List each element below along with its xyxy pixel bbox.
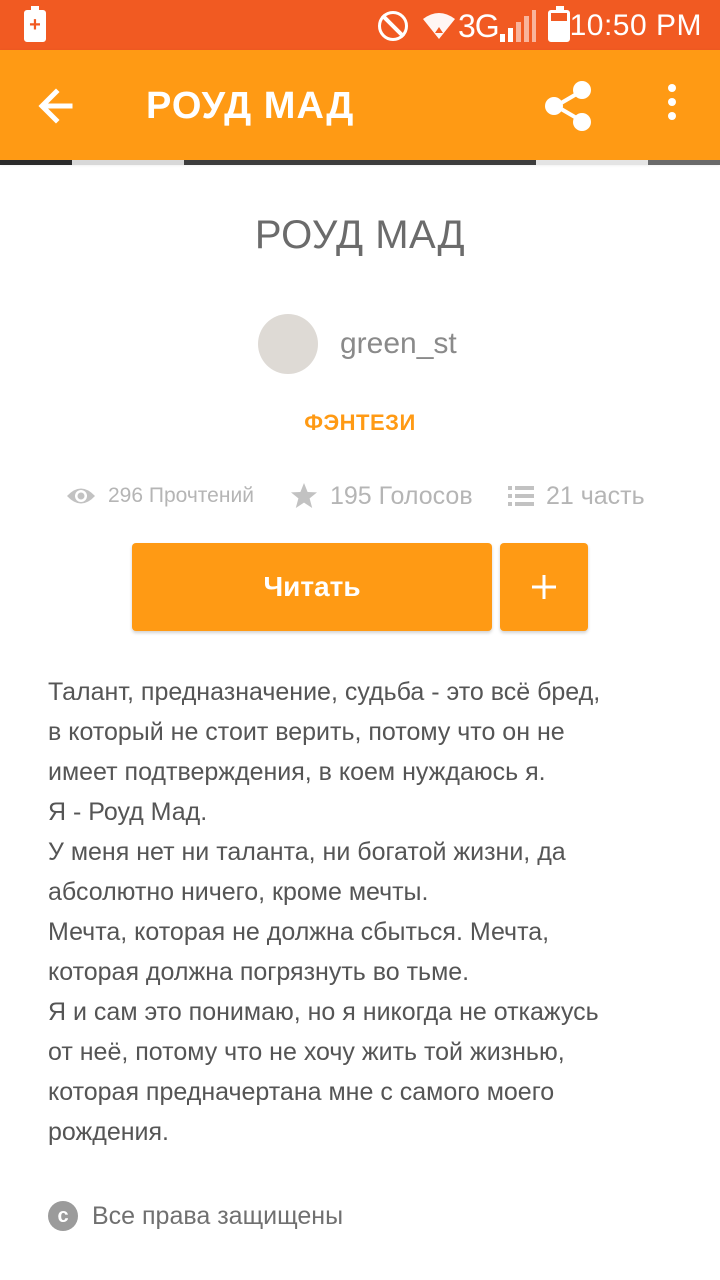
reads-count: 296 Прочтений [108, 484, 254, 507]
description-line: которая должна погрязнуть во тьме. [48, 958, 470, 986]
read-button[interactable]: Читать [132, 543, 492, 631]
status-bar: + 3G 10:50 PM [0, 0, 720, 50]
eye-icon [67, 488, 95, 504]
copyright-notice: c Все права защищены [48, 1196, 343, 1236]
back-arrow-icon[interactable] [28, 80, 84, 132]
plus-icon [532, 575, 556, 599]
avatar[interactable] [258, 314, 318, 374]
read-button-label: Читать [263, 571, 361, 602]
votes-count: 195 Голосов [330, 481, 473, 510]
wifi-icon [423, 13, 455, 39]
share-icon[interactable] [538, 78, 598, 134]
copyright-label: Все права защищены [92, 1201, 344, 1230]
star-icon [291, 483, 317, 508]
description-line: в который не стоит верить, потому что он… [48, 718, 565, 746]
description-line: рождения. [48, 1118, 169, 1146]
genre-tag[interactable]: ФЭНТЕЗИ [0, 410, 720, 436]
reads-stat: 296 Прочтений [66, 476, 254, 516]
do-not-disturb-icon [378, 11, 408, 41]
description-line: Я и сам это понимаю, но я никогда не отк… [48, 998, 599, 1026]
parts-stat: 21 часть [508, 476, 645, 516]
story-title: РОУД МАД [254, 213, 466, 257]
description-line: У меня нет ни таланта, ни богатой жизни,… [48, 838, 566, 866]
app-bar: РОУД МАД [0, 50, 720, 162]
add-to-library-button[interactable]: + [500, 543, 588, 631]
app-bar-title: РОУД МАД [146, 85, 355, 127]
story-stats: 296 Прочтений 195 Голосов 21 часть [0, 476, 720, 516]
author-name[interactable]: green_st [340, 327, 457, 361]
network-type-label: 3G [458, 8, 500, 44]
clock: 10:50 PM [569, 9, 702, 42]
story-description: Талант, предназначение, судьба - это всё… [48, 672, 688, 1152]
author-link[interactable]: green_st [258, 314, 457, 374]
description-line: имеет подтверждения, в коем нуждаюсь я. [48, 758, 546, 786]
cover-image-strip [0, 160, 720, 165]
description-line: которая предначертана мне с самого моего [48, 1078, 555, 1106]
more-vert-icon[interactable] [652, 78, 692, 134]
battery-alert-icon: + [24, 6, 46, 42]
list-icon [508, 486, 534, 506]
description-line: от неё, потому что не хочу жить той жизн… [48, 1038, 565, 1066]
description-line: Я - Роуд Мад. [48, 798, 208, 826]
copyright-icon: c [48, 1201, 78, 1231]
description-line: абсолютно ничего, кроме мечты. [48, 878, 429, 906]
description-line: Талант, предназначение, судьба - это всё… [48, 678, 601, 706]
signal-icon [500, 10, 536, 42]
battery-icon [548, 6, 570, 42]
description-line: Мечта, которая не должна сбыться. Мечта, [48, 918, 550, 946]
parts-count: 21 часть [546, 481, 645, 510]
votes-stat: 195 Голосов [290, 476, 473, 516]
